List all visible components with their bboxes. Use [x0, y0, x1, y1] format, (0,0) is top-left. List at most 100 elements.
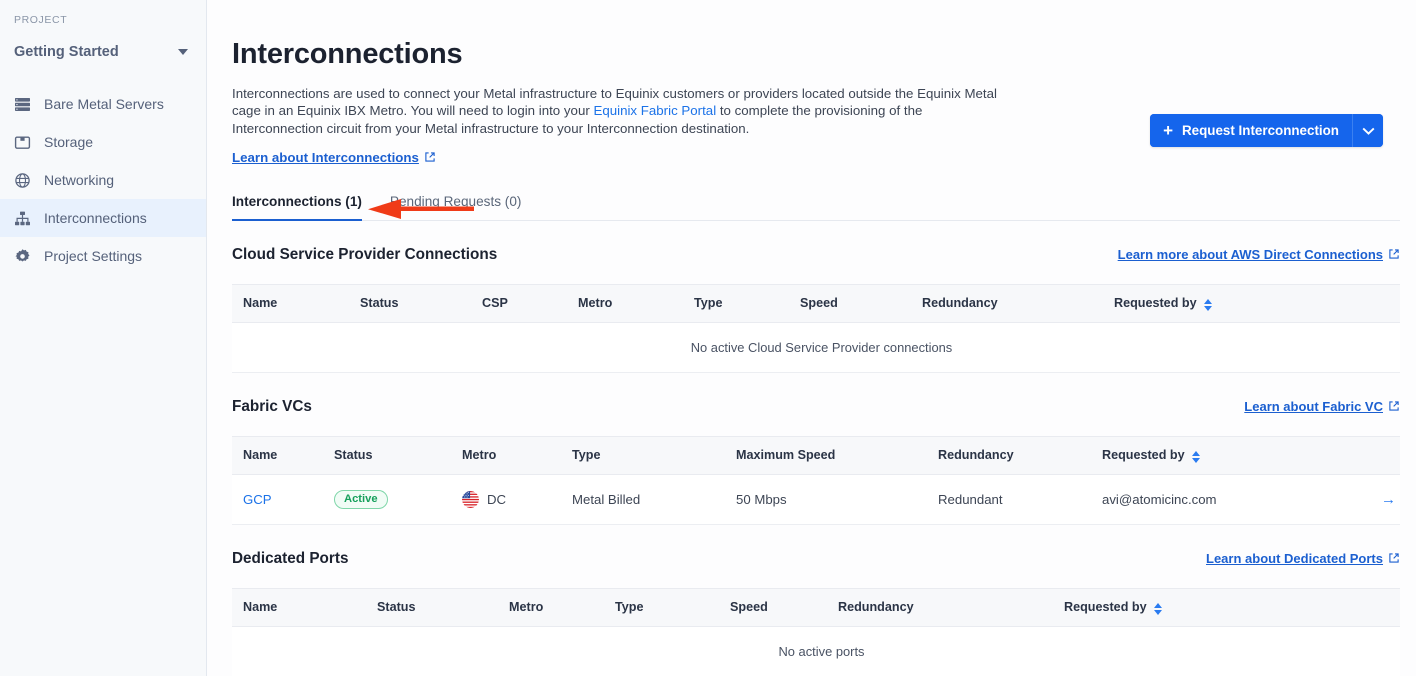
- external-link-icon: [1389, 249, 1399, 260]
- app-root: PROJECT Getting Started Bare Metal Serve…: [0, 0, 1416, 676]
- column-header-label: Type: [694, 296, 723, 311]
- table-header-row: Name Status Metro Type Speed Redundancy Reques…: [232, 587, 1400, 627]
- column-header-status[interactable]: Status: [377, 587, 509, 627]
- sidebar-item-bare-metal-servers[interactable]: Bare Metal Servers: [0, 85, 206, 123]
- table-dedicated-ports: Name Status Metro Type Speed Redundancy Reques…: [232, 587, 1400, 676]
- column-header-type[interactable]: Type: [572, 435, 736, 475]
- column-header-type[interactable]: Type: [615, 587, 730, 627]
- section-header: Fabric VCs Learn about Fabric VC: [232, 398, 1400, 416]
- sort-icon[interactable]: [1203, 299, 1212, 312]
- sidebar-item-project-settings[interactable]: Project Settings: [0, 237, 206, 275]
- column-header-actions: [1322, 435, 1400, 475]
- project-selector[interactable]: Getting Started: [0, 39, 206, 65]
- section-link-label: Learn about Dedicated Ports: [1206, 550, 1383, 566]
- column-header-maximum-speed[interactable]: Maximum Speed: [736, 435, 938, 475]
- empty-state-text: No active ports: [232, 626, 1400, 676]
- section-dedicated-ports: Dedicated Ports Learn about Dedicated Por…: [232, 550, 1400, 676]
- table-cloud-service-provider-connections: Name Status CSP Metro Type Speed Redundancy Req…: [232, 283, 1400, 373]
- table-header-row: Name Status Metro Type Maximum Speed Redundan…: [232, 435, 1400, 475]
- column-header-name[interactable]: Name: [232, 283, 360, 323]
- tab-interconnections[interactable]: Interconnections (1): [232, 194, 362, 221]
- column-header-actions: [1314, 283, 1400, 323]
- external-link-icon: [425, 152, 435, 163]
- column-header-status[interactable]: Status: [334, 435, 462, 475]
- column-header-speed[interactable]: Speed: [730, 587, 838, 627]
- request-interconnection-group: + Request Interconnection: [1150, 114, 1383, 147]
- external-link-icon: [1389, 553, 1399, 564]
- cell-metro: DC: [462, 474, 572, 525]
- cell-name: GCP: [232, 474, 334, 525]
- table-row[interactable]: GCP Active DC Metal Billed 50 Mbps Redundant a…: [232, 474, 1400, 525]
- column-header-redundancy[interactable]: Redundancy: [938, 435, 1102, 475]
- section-link-fabric-vcs[interactable]: Learn about Fabric VC: [1244, 399, 1400, 414]
- table-header-row: Name Status CSP Metro Type Speed Redundancy Req…: [232, 283, 1400, 323]
- column-header-metro[interactable]: Metro: [578, 283, 694, 323]
- page-description: Interconnections are used to connect you…: [232, 85, 1014, 137]
- section-header: Cloud Service Provider Connections Learn …: [232, 246, 1400, 264]
- table-empty-row: No active Cloud Service Provider connect…: [232, 322, 1400, 373]
- storage-icon: [14, 134, 31, 151]
- external-link-icon: [1389, 401, 1399, 412]
- section-link-label: Learn more about AWS Direct Connections: [1117, 246, 1383, 262]
- column-header-label: Redundancy: [838, 600, 914, 615]
- cell-type: Metal Billed: [572, 474, 736, 525]
- column-header-type[interactable]: Type: [694, 283, 800, 323]
- sidebar-item-label: Project Settings: [44, 248, 143, 264]
- column-header-label: Status: [334, 448, 373, 463]
- column-header-requested-by[interactable]: Requested by: [1102, 435, 1322, 475]
- section-cloud-service-provider-connections: Cloud Service Provider Connections Learn …: [232, 246, 1400, 373]
- column-header-csp[interactable]: CSP: [482, 283, 578, 323]
- page-title: Interconnections: [232, 38, 463, 70]
- cell-maximum-speed: 50 Mbps: [736, 474, 938, 525]
- sidebar-item-interconnections[interactable]: Interconnections: [0, 199, 206, 237]
- tab-bar: Interconnections (1) Pending Requests (0…: [232, 194, 1400, 221]
- request-interconnection-dropdown[interactable]: [1352, 114, 1383, 147]
- section-fabric-vcs: Fabric VCs Learn about Fabric VC Name Statu…: [232, 398, 1400, 525]
- sidebar-item-storage[interactable]: Storage: [0, 123, 206, 161]
- sort-icon[interactable]: [1191, 451, 1200, 464]
- column-header-label: Name: [243, 296, 278, 311]
- column-header-label: Type: [572, 448, 601, 463]
- globe-icon: [14, 172, 31, 189]
- column-header-name[interactable]: Name: [232, 587, 377, 627]
- column-header-status[interactable]: Status: [360, 283, 482, 323]
- column-header-metro[interactable]: Metro: [509, 587, 615, 627]
- column-header-label: Type: [615, 600, 644, 615]
- column-header-label: Name: [243, 448, 278, 463]
- plus-icon: +: [1163, 120, 1173, 140]
- column-header-label: Speed: [730, 600, 768, 615]
- request-interconnection-button[interactable]: + Request Interconnection: [1150, 114, 1352, 147]
- main-content: Interconnections Interconnections are us…: [207, 0, 1416, 676]
- gear-icon: [14, 248, 31, 265]
- section-link-cloud-service-provider-connections[interactable]: Learn more about AWS Direct Connections: [1118, 247, 1400, 262]
- chevron-down-icon: [1362, 127, 1374, 135]
- section-link-label: Learn about Fabric VC: [1244, 398, 1383, 414]
- column-header-redundancy[interactable]: Redundancy: [922, 283, 1114, 323]
- column-header-redundancy[interactable]: Redundancy: [838, 587, 1064, 627]
- chevron-down-icon: [178, 49, 188, 55]
- sort-icon[interactable]: [1153, 603, 1162, 616]
- sidebar-item-networking[interactable]: Networking: [0, 161, 206, 199]
- cell-redundancy: Redundant: [938, 474, 1102, 525]
- sidebar-item-label: Storage: [44, 134, 94, 150]
- table-empty-row: No active ports: [232, 626, 1400, 676]
- column-header-requested-by[interactable]: Requested by: [1114, 283, 1314, 323]
- equinix-fabric-portal-link[interactable]: Equinix Fabric Portal: [593, 103, 716, 118]
- column-header-requested-by[interactable]: Requested by: [1064, 587, 1269, 627]
- project-name: Getting Started: [14, 44, 119, 60]
- column-header-label: Status: [377, 600, 416, 615]
- column-header-label: CSP: [482, 296, 508, 311]
- learn-about-interconnections-link[interactable]: Learn about Interconnections: [232, 150, 436, 165]
- column-header-name[interactable]: Name: [232, 435, 334, 475]
- tab-pending-requests[interactable]: Pending Requests (0): [390, 194, 521, 220]
- server-icon: [14, 96, 31, 113]
- request-interconnection-label: Request Interconnection: [1182, 123, 1339, 138]
- section-link-dedicated-ports[interactable]: Learn about Dedicated Ports: [1206, 551, 1400, 566]
- row-detail-arrow-icon[interactable]: →: [1322, 474, 1400, 525]
- section-header: Dedicated Ports Learn about Dedicated Por…: [232, 550, 1400, 568]
- column-header-speed[interactable]: Speed: [800, 283, 922, 323]
- column-header-label: Metro: [578, 296, 613, 311]
- metro-label: DC: [487, 491, 507, 507]
- column-header-metro[interactable]: Metro: [462, 435, 572, 475]
- connection-name-link[interactable]: GCP: [243, 492, 272, 507]
